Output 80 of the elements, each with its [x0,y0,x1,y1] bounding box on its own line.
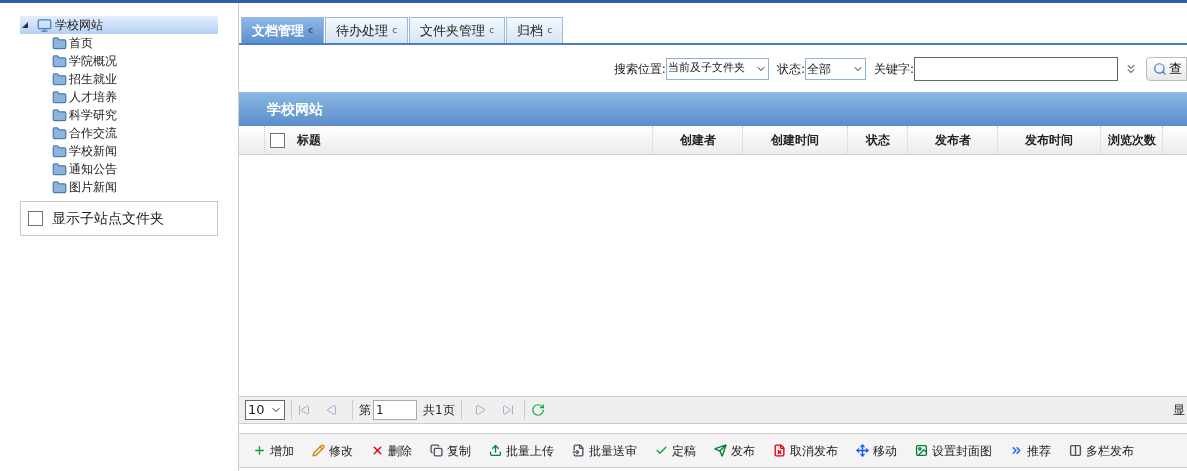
document-arrow-icon [572,444,585,457]
plus-icon [253,444,266,457]
folder-icon [52,89,67,105]
column-header[interactable]: 发布者 [908,126,998,154]
tab[interactable]: 文件夹管理 c [409,17,506,43]
column-header[interactable]: 标题 [289,126,653,154]
tree-item[interactable]: 学校网站 [20,16,218,34]
checkbox[interactable] [28,211,43,226]
image-icon [915,444,928,457]
column-header[interactable]: 发布时间 [998,126,1101,154]
chevrons-icon [1010,444,1023,457]
toolbar-button[interactable]: 推荐 [1027,441,1051,460]
toolbar-button[interactable]: 多栏发布 [1086,441,1134,460]
page-label: 第 [359,402,371,419]
site-icon [37,17,52,33]
keyword-label: 关键字: [873,60,914,78]
tree-item[interactable]: 通知公告 [20,160,218,178]
page-info: 显 [1173,402,1186,419]
columns-icon [1069,444,1082,457]
tree-item[interactable]: 图片新闻 [20,178,218,196]
folder-icon [52,125,67,141]
search-button[interactable]: 查 [1146,56,1187,81]
folder-icon [52,35,67,51]
collapse-triangle-icon[interactable] [22,22,28,28]
folder-icon [52,143,67,159]
folder-icon [52,161,67,177]
refresh-icon[interactable] [530,403,545,417]
checkbox-label: 显示子站点文件夹 [52,209,164,228]
next-page-icon[interactable] [473,404,486,416]
toolbar-button[interactable]: 批量上传 [506,441,554,460]
previous-page-icon[interactable] [326,404,338,416]
last-page-icon[interactable] [501,404,514,416]
tree-item[interactable]: 学校新闻 [20,142,218,160]
toolbar-button[interactable]: 设置封面图 [932,441,992,460]
column-header[interactable]: 状态 [848,126,908,154]
tab[interactable]: 待办处理 c [325,17,409,43]
folder-icon [52,179,67,195]
page-total: 共1页 [423,402,455,419]
page-number-field[interactable]: 1 [373,400,417,420]
keyword-field[interactable] [914,56,1118,81]
column-header[interactable]: 创建者 [653,126,743,154]
first-page-icon[interactable] [298,404,310,416]
tree-label: 学校网站 [55,17,103,34]
column-header[interactable]: 浏览次数 [1101,126,1163,154]
checkmark-icon [655,444,668,457]
close-icon [371,444,384,457]
tab[interactable]: 归档 c [506,17,564,43]
move-icon [856,444,869,457]
select-all-checkbox[interactable] [269,132,285,148]
folder-icon [52,107,67,123]
folder-icon [52,71,67,87]
location-select[interactable]: 当前及子文件夹 [665,57,769,80]
search-location-label: 搜索位置: [613,60,666,78]
search-icon [1153,61,1167,76]
page-size-select[interactable]: 10 [245,400,285,420]
toolbar-button[interactable]: 增加 [270,441,294,460]
toolbar-button[interactable]: 定稿 [672,441,696,460]
status-select[interactable]: 全部 [804,57,866,80]
folder-icon [52,53,67,69]
toolbar-button[interactable]: 删除 [388,441,412,460]
tree-item[interactable]: 首页 [20,34,218,52]
toolbar-button[interactable]: 移动 [873,441,897,460]
tree-item[interactable]: 人才培养 [20,88,218,106]
tree-item[interactable]: 科学研究 [20,106,218,124]
send-icon [714,444,727,457]
document-remove-icon [773,444,786,457]
column-header[interactable]: 创建时间 [743,126,848,154]
copy-icon [430,444,443,457]
upload-icon [489,444,502,457]
toolbar-button[interactable]: 复制 [447,441,471,460]
pencil-icon [312,444,325,457]
status-label: 状态: [776,60,805,78]
toolbar-button[interactable]: 批量送审 [589,441,637,460]
tree-item[interactable]: 学院概况 [20,52,218,70]
toolbar-button[interactable]: 修改 [329,441,353,460]
toolbar-button[interactable]: 发布 [731,441,755,460]
tree-item[interactable]: 合作交流 [20,124,218,142]
toolbar-button[interactable]: 取消发布 [790,441,838,460]
grid-title: 学校网站 [267,100,323,119]
tree-item[interactable]: 招生就业 [20,70,218,88]
